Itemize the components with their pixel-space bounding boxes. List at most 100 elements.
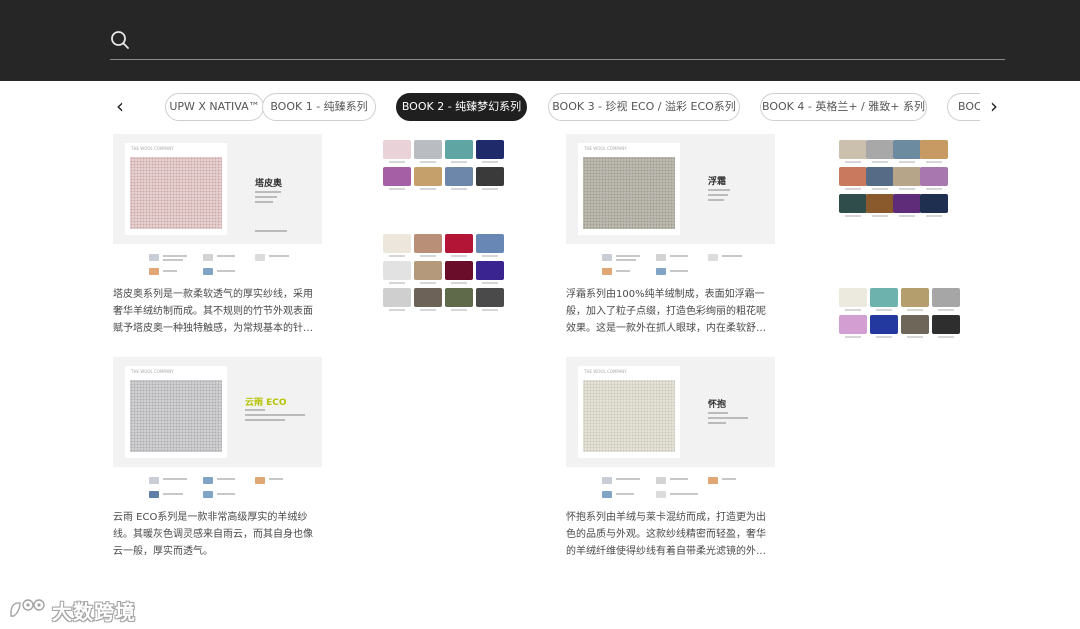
description-line: 效果。这是一款外在抓人眼球，内在柔软舒… bbox=[566, 323, 766, 334]
swatch-label bbox=[451, 255, 467, 257]
tab-book-5[interactable]: BOOK 5 bbox=[947, 93, 980, 121]
fabric-photo: THE WOOL COMPANY bbox=[125, 143, 227, 235]
knit-icon bbox=[602, 477, 612, 484]
color-swatch-grid[interactable] bbox=[839, 288, 965, 338]
swatch-label bbox=[872, 161, 888, 163]
spec-line bbox=[255, 201, 273, 203]
color-swatch[interactable] bbox=[866, 194, 894, 213]
swatch-label bbox=[845, 309, 861, 311]
color-swatch[interactable] bbox=[920, 167, 948, 186]
color-swatch[interactable] bbox=[839, 315, 867, 334]
color-swatch[interactable] bbox=[893, 194, 921, 213]
tab-upw-x-nativa[interactable]: UPW X NATIVA™ bbox=[165, 93, 264, 121]
color-swatch[interactable] bbox=[414, 234, 442, 253]
care-text bbox=[217, 255, 235, 257]
color-swatch-grid[interactable] bbox=[383, 140, 509, 190]
tab-book-1[interactable]: BOOK 1 - 纯臻系列 bbox=[262, 93, 376, 121]
color-swatch[interactable] bbox=[839, 194, 867, 213]
color-swatch[interactable] bbox=[476, 288, 504, 307]
description-line: 云一般，厚实而透气。 bbox=[113, 546, 213, 557]
color-swatch[interactable] bbox=[445, 167, 473, 186]
color-swatch[interactable] bbox=[476, 140, 504, 159]
color-swatch[interactable] bbox=[901, 315, 929, 334]
color-swatch[interactable] bbox=[920, 140, 948, 159]
tab-book-4[interactable]: BOOK 4 - 英格兰+ / 雅致+ 系列 bbox=[760, 93, 927, 121]
sheep-icon bbox=[149, 268, 159, 275]
card-image[interactable]: THE WOOL COMPANY 云雨 ECO bbox=[113, 357, 322, 467]
search-bar[interactable] bbox=[110, 26, 1005, 60]
color-swatch[interactable] bbox=[866, 167, 894, 186]
color-swatch[interactable] bbox=[932, 315, 960, 334]
gauge-icon bbox=[656, 477, 666, 484]
color-swatch[interactable] bbox=[866, 140, 894, 159]
card-image[interactable]: THE WOOL COMPANY 塔皮奥 bbox=[113, 134, 322, 244]
swatch-label bbox=[926, 161, 942, 163]
swatch-label bbox=[420, 255, 436, 257]
color-swatch[interactable] bbox=[445, 140, 473, 159]
color-swatch[interactable] bbox=[383, 167, 411, 186]
color-swatch[interactable] bbox=[414, 140, 442, 159]
color-swatch[interactable] bbox=[839, 288, 867, 307]
color-swatch-grid[interactable] bbox=[383, 234, 509, 314]
color-swatch[interactable] bbox=[920, 194, 948, 213]
mountain-icon bbox=[203, 268, 213, 275]
tab-book-3[interactable]: BOOK 3 - 珍视 ECO / 溢彩 ECO系列 bbox=[548, 93, 740, 121]
mountain-icon bbox=[203, 491, 213, 498]
color-swatch[interactable] bbox=[901, 288, 929, 307]
fabric-name: 云雨 ECO bbox=[245, 398, 287, 408]
card-description: 塔皮奥系列是一款柔软透气的厚实纱线，采用 奢华羊绒纺制而成。其不规则的竹节外观表… bbox=[113, 286, 327, 337]
color-swatch-grid[interactable] bbox=[839, 140, 965, 250]
color-swatch[interactable] bbox=[445, 234, 473, 253]
care-icons-row bbox=[143, 473, 313, 503]
description-line: 线。其暖灰色调灵感来自雨云，而其自身也像 bbox=[113, 529, 313, 540]
swatch-label bbox=[845, 215, 861, 217]
color-swatch[interactable] bbox=[476, 234, 504, 253]
color-swatch[interactable] bbox=[383, 234, 411, 253]
color-swatch[interactable] bbox=[476, 261, 504, 280]
swatch-label bbox=[872, 215, 888, 217]
care-text bbox=[217, 270, 235, 272]
color-swatch[interactable] bbox=[383, 140, 411, 159]
fabric-texture bbox=[583, 157, 675, 229]
card-image[interactable]: THE WOOL COMPANY 怀抱 bbox=[566, 357, 775, 467]
swatch-label bbox=[907, 309, 923, 311]
color-swatch[interactable] bbox=[476, 167, 504, 186]
color-swatch[interactable] bbox=[445, 261, 473, 280]
swatch-label bbox=[876, 309, 892, 311]
fabric-name: 怀抱 bbox=[708, 400, 727, 410]
fabric-name: 塔皮奥 bbox=[255, 179, 283, 189]
color-swatch[interactable] bbox=[839, 167, 867, 186]
color-swatch[interactable] bbox=[414, 167, 442, 186]
tab-book-2[interactable]: BOOK 2 - 纯臻梦幻系列 bbox=[396, 93, 527, 121]
color-swatch[interactable] bbox=[383, 288, 411, 307]
color-swatch[interactable] bbox=[414, 288, 442, 307]
prev-tab-arrow-icon[interactable]: ‹ bbox=[110, 94, 130, 120]
description-line: 奢华羊绒纺制而成。其不规则的竹节外观表面 bbox=[113, 306, 313, 317]
care-text bbox=[616, 255, 640, 257]
color-swatch[interactable] bbox=[870, 315, 898, 334]
color-swatch[interactable] bbox=[932, 288, 960, 307]
color-swatch[interactable] bbox=[893, 167, 921, 186]
description-line: 怀抱系列由羊绒与莱卡混纺而成，打造更为出 bbox=[566, 512, 766, 523]
search-icon[interactable] bbox=[110, 30, 130, 50]
description-line: 浮霜系列由100%纯羊绒制成，表面如浮霜一 bbox=[566, 289, 765, 300]
swatch-label bbox=[451, 188, 467, 190]
next-tab-arrow-icon[interactable]: › bbox=[984, 94, 1004, 120]
care-text bbox=[217, 478, 235, 480]
color-swatch[interactable] bbox=[893, 140, 921, 159]
care-text bbox=[269, 478, 283, 480]
color-swatch[interactable] bbox=[870, 288, 898, 307]
sheep-icon bbox=[255, 477, 265, 484]
color-swatch[interactable] bbox=[414, 261, 442, 280]
fabric-texture bbox=[130, 157, 222, 229]
color-swatch[interactable] bbox=[383, 261, 411, 280]
color-swatch[interactable] bbox=[445, 288, 473, 307]
search-input[interactable] bbox=[142, 28, 992, 54]
needle-icon bbox=[656, 491, 666, 498]
fabric-texture bbox=[130, 380, 222, 452]
color-swatch[interactable] bbox=[839, 140, 867, 159]
fabric-texture bbox=[583, 380, 675, 452]
card-image[interactable]: THE WOOL COMPANY 浮霜 bbox=[566, 134, 775, 244]
spec-line bbox=[255, 196, 277, 198]
card-brand-mark: THE WOOL COMPANY bbox=[131, 146, 174, 151]
